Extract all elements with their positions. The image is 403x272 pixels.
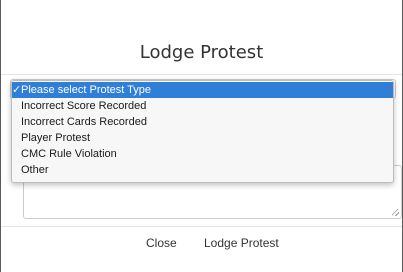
option-player-protest[interactable]: Player Protest	[12, 130, 393, 146]
option-cmc-rule-violation[interactable]: CMC Rule Violation	[12, 146, 393, 162]
option-label: Incorrect Cards Recorded	[21, 116, 147, 128]
close-button[interactable]: Close	[140, 232, 183, 254]
option-incorrect-cards[interactable]: Incorrect Cards Recorded	[12, 114, 393, 130]
option-label: Incorrect Score Recorded	[21, 100, 147, 112]
option-label: Player Protest	[21, 132, 91, 144]
option-other[interactable]: Other	[12, 162, 393, 178]
option-incorrect-score[interactable]: Incorrect Score Recorded	[12, 98, 393, 114]
option-label: Other	[21, 164, 49, 176]
checkmark-icon: ✓	[12, 84, 22, 96]
option-label: CMC Rule Violation	[21, 148, 117, 160]
modal-title: Lodge Protest	[139, 42, 264, 63]
option-please-select[interactable]: ✓ Please select Protest Type	[12, 82, 393, 98]
resize-grip-icon[interactable]	[392, 209, 399, 216]
modal-header: Lodge Protest	[1, 0, 402, 75]
lodge-protest-button[interactable]: Lodge Protest	[198, 232, 285, 254]
protest-type-dropdown-list: ✓ Please select Protest Type Incorrect S…	[11, 80, 394, 183]
option-label: Please select Protest Type	[21, 84, 152, 96]
